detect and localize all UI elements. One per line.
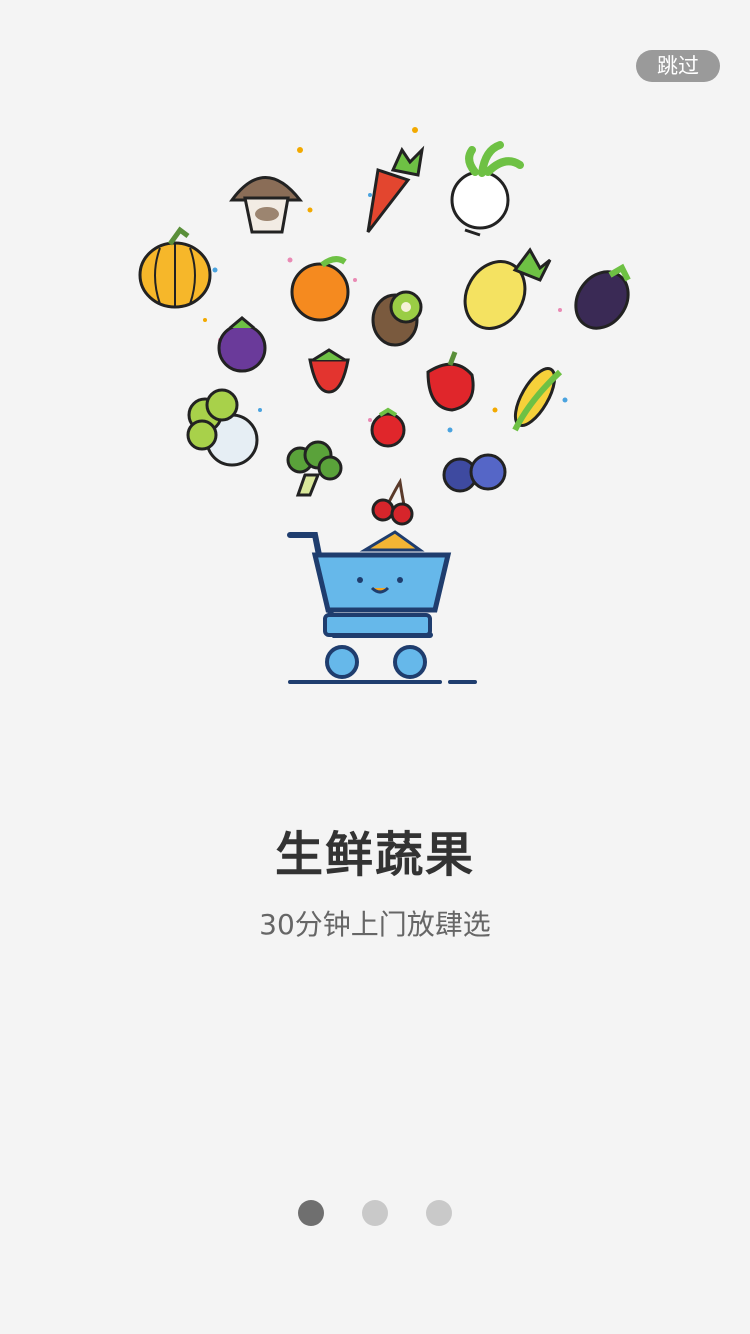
apple-icon (426, 351, 475, 412)
kiwi-icon (371, 290, 423, 347)
pumpkin-icon (138, 226, 212, 309)
cherry-icon (371, 477, 414, 526)
corn-icon (512, 367, 563, 432)
page-indicator-dot-3[interactable] (426, 1200, 452, 1226)
shopping-cart-icon (287, 530, 477, 684)
page-indicator-dot-2[interactable] (362, 1200, 388, 1226)
fresh-produce-illustration (138, 127, 631, 684)
skip-button[interactable]: 跳过 (636, 50, 720, 82)
page-indicator-dot-1[interactable] (298, 1200, 324, 1226)
broccoli-icon (286, 440, 343, 497)
page-title: 生鲜蔬果 (274, 827, 475, 883)
page-indicator (0, 1200, 750, 1226)
eggplant-icon (574, 263, 631, 330)
radish-icon (450, 141, 524, 237)
blueberry-icon (442, 453, 507, 493)
carrot-icon (366, 145, 425, 233)
mushroom-icon (229, 176, 304, 234)
cabbage-icon (186, 388, 259, 467)
orange-icon (290, 256, 350, 322)
strawberry-icon (308, 348, 350, 394)
mangosteen-icon (217, 316, 267, 373)
page-subtitle: 30分钟上门放肆选 (259, 908, 491, 941)
tomato-icon (370, 407, 406, 448)
pineapple-icon (463, 247, 552, 330)
